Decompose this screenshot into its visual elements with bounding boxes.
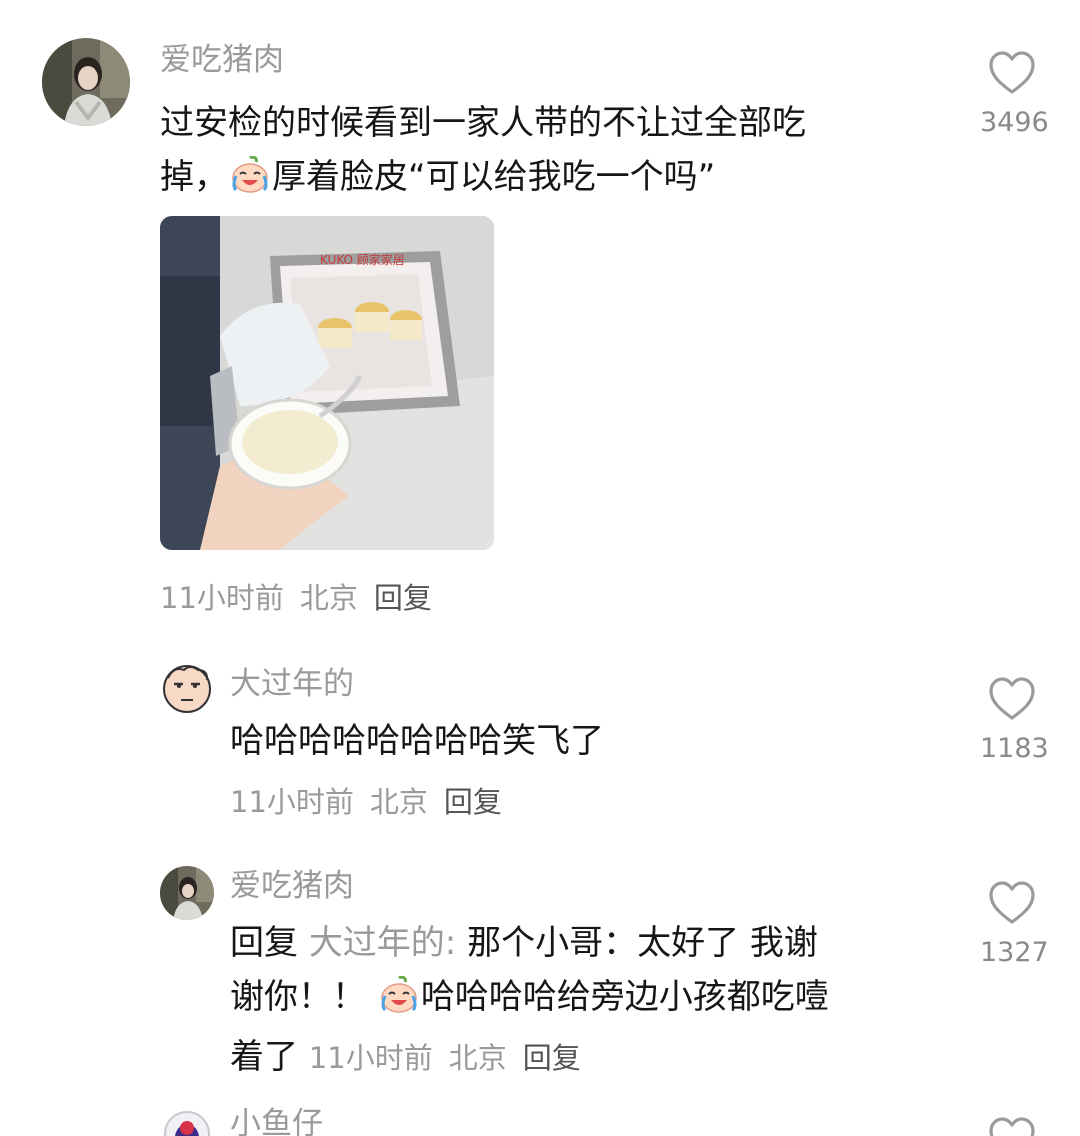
avatar[interactable] — [160, 866, 214, 920]
reply-button[interactable]: 回复 — [523, 1041, 581, 1075]
reply-meta: 11小时前 北京 回复 — [230, 782, 502, 822]
reply-time: 11小时前 — [308, 1041, 433, 1075]
comment-text: 过安检的时候看到一家人带的不让过全部吃 掉， 厚着脸皮“可以给我吃一个吗” — [160, 96, 940, 210]
like-button[interactable]: 3496 — [980, 50, 1049, 140]
reply-meta: 11小时前 北京 回复 — [309, 1041, 581, 1075]
heart-icon[interactable] — [987, 50, 1037, 96]
comment-time: 11小时前 — [160, 581, 284, 615]
like-button[interactable]: 1183 — [980, 676, 1049, 766]
username[interactable]: 大过年的 — [230, 664, 354, 704]
reply-prefix: 回复 — [230, 923, 298, 963]
comment-meta: 11小时前 北京 回复 — [160, 578, 432, 618]
reply-location: 北京 — [369, 785, 428, 819]
reply-item: 大过年的 哈哈哈哈哈哈哈哈笑飞了 11小时前 北京 回复 1183 — [0, 640, 1080, 840]
comment-item: 爱吃猪肉 过安检的时候看到一家人带的不让过全部吃 掉， 厚着脸皮“可以给我吃一个… — [0, 0, 1080, 640]
avatar[interactable] — [42, 38, 130, 126]
comment-text-line: 掉， 厚着脸皮“可以给我吃一个吗” — [160, 150, 940, 210]
comment-image[interactable]: KUKO 顾家家居 — [160, 216, 494, 550]
username[interactable]: 小鱼仔 — [230, 1104, 323, 1136]
heart-icon[interactable] — [987, 880, 1037, 926]
like-count: 1183 — [980, 733, 1049, 764]
comment-text-line: 过安检的时候看到一家人带的不让过全部吃 — [160, 103, 806, 143]
heart-icon[interactable] — [987, 676, 1037, 722]
reply-button[interactable]: 回复 — [444, 785, 502, 819]
heart-icon[interactable] — [987, 1116, 1037, 1136]
username[interactable]: 爱吃猪肉 — [160, 40, 284, 80]
reply-button[interactable]: 回复 — [374, 581, 432, 615]
like-count: 1327 — [980, 937, 1049, 968]
reply-location: 北京 — [448, 1041, 507, 1075]
reply-time: 11小时前 — [230, 785, 354, 819]
like-count: 3496 — [980, 107, 1049, 138]
avatar[interactable] — [160, 660, 214, 714]
reply-text: 哈哈哈哈哈哈哈哈笑飞了 — [230, 721, 604, 761]
like-button[interactable] — [980, 1116, 1044, 1136]
username[interactable]: 爱吃猪肉 — [230, 866, 354, 906]
crying-laughing-emoji — [230, 155, 270, 210]
reply-target-user[interactable]: 大过年的: — [309, 923, 456, 963]
reply-text: 回复 大过年的: 那个小哥：太好了 我谢 谢你！！ 哈哈哈哈给旁边小孩都吃噎 着… — [230, 923, 829, 1077]
crying-laughing-emoji — [379, 975, 419, 1030]
tray-brand-text: KUKO 顾家家居 — [320, 252, 405, 267]
avatar[interactable] — [160, 1104, 214, 1136]
comment-location: 北京 — [299, 581, 358, 615]
reply-item: 小鱼仔 — [0, 1090, 1080, 1136]
reply-item: 爱吃猪肉 回复 大过年的: 那个小哥：太好了 我谢 谢你！！ 哈哈哈哈给旁边小孩… — [0, 840, 1080, 1090]
like-button[interactable]: 1327 — [980, 880, 1049, 970]
